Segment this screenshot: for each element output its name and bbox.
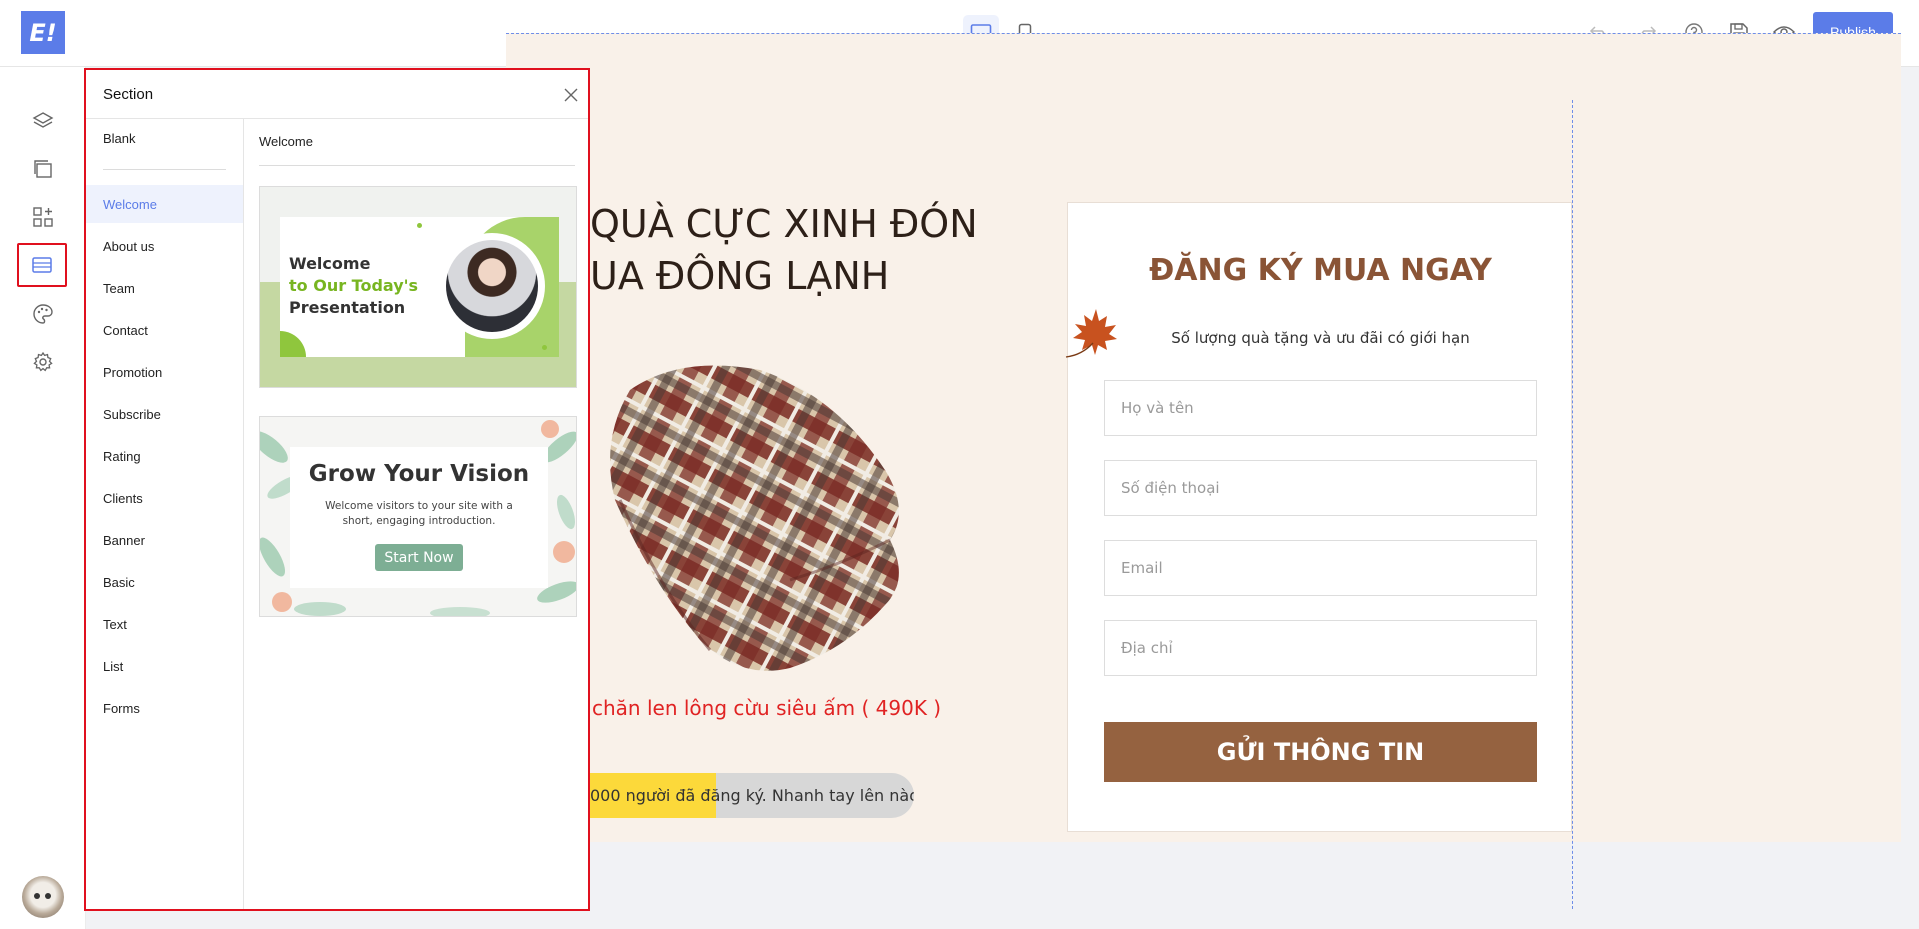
headline-line-1: QUÀ CỰC XINH ĐÓN xyxy=(590,202,978,246)
category-item-list[interactable]: List xyxy=(86,647,243,685)
template-start-button: Start Now xyxy=(375,544,463,571)
left-rail xyxy=(0,67,86,929)
layers-button[interactable] xyxy=(23,101,63,141)
category-item-clients[interactable]: Clients xyxy=(86,479,243,517)
category-item-text[interactable]: Text xyxy=(86,605,243,643)
signup-progress-bar[interactable]: 000 người đã đăng ký. Nhanh tay lên nào! xyxy=(590,773,914,818)
email-field[interactable] xyxy=(1104,540,1537,596)
form-subtitle: Số lượng quà tặng và ưu đãi có giới hạn xyxy=(1171,329,1470,347)
category-item-welcome[interactable]: Welcome xyxy=(86,185,243,223)
layers-icon xyxy=(32,112,54,128)
submit-button[interactable]: GỬI THÔNG TIN xyxy=(1104,722,1537,782)
name-field[interactable] xyxy=(1104,380,1537,436)
category-item-team[interactable]: Team xyxy=(86,269,243,307)
section-category-list: Blank Welcome About us Team Contact Promotion… xyxy=(86,119,244,909)
add-element-button[interactable] xyxy=(23,197,63,237)
category-item-forms[interactable]: Forms xyxy=(86,689,243,727)
settings-button[interactable] xyxy=(23,342,63,382)
template-line-2: to Our Today's xyxy=(289,276,419,295)
welcome-template-2[interactable]: Grow Your Vision Welcome visitors to you… xyxy=(259,416,577,617)
blanket-image[interactable] xyxy=(590,350,910,680)
palette-icon xyxy=(33,304,53,324)
progress-text-filled: 000 người đã đăng ký. xyxy=(590,786,767,805)
template-body: Welcome visitors to your site with a sho… xyxy=(290,499,548,529)
category-divider xyxy=(103,169,226,170)
section-button[interactable] xyxy=(17,243,67,287)
category-item-promotion[interactable]: Promotion xyxy=(86,353,243,391)
progress-text: 000 người đã đăng ký. Nhanh tay lên nào! xyxy=(590,786,914,805)
product-price-text[interactable]: chăn len lông cừu siêu ấm ( 490K ) xyxy=(592,696,941,720)
gear-icon xyxy=(33,351,53,372)
template-line-3: Presentation xyxy=(289,298,406,317)
layout-guide xyxy=(1572,100,1573,909)
template-body-line-2: short, engaging introduction. xyxy=(342,515,496,527)
template-body-line-1: Welcome visitors to your site with a xyxy=(325,500,513,512)
close-icon[interactable] xyxy=(564,88,578,102)
headline-line-2: UA ĐÔNG LẠNH xyxy=(590,254,890,298)
address-field[interactable] xyxy=(1104,620,1537,676)
template-dot xyxy=(417,223,422,228)
user-avatar[interactable] xyxy=(22,876,64,918)
template-text: Welcome to Our Today's Presentation xyxy=(289,253,418,319)
hero-headline[interactable]: QUÀ CỰC XINH ĐÓN UA ĐÔNG LẠNH xyxy=(590,198,978,302)
category-item-basic[interactable]: Basic xyxy=(86,563,243,601)
category-item-banner[interactable]: Banner xyxy=(86,521,243,559)
progress-text-rest: Nhanh tay lên nào! xyxy=(766,786,914,805)
form-title: ĐĂNG KÝ MUA NGAY xyxy=(1149,253,1492,288)
panel-header: Section xyxy=(86,70,588,119)
section-panel: Section Blank Welcome About us Team Contact P… xyxy=(84,68,590,911)
category-item-about-us[interactable]: About us xyxy=(86,227,243,265)
category-item-rating[interactable]: Rating xyxy=(86,437,243,475)
category-item-contact[interactable]: Contact xyxy=(86,311,243,349)
template-dot xyxy=(542,345,547,350)
category-item-subscribe[interactable]: Subscribe xyxy=(86,395,243,433)
app-logo[interactable]: E! xyxy=(21,11,65,54)
presenter-avatar xyxy=(446,240,538,332)
template-title: Grow Your Vision xyxy=(308,461,530,487)
add-element-icon xyxy=(33,207,53,227)
signup-form-card[interactable]: ĐĂNG KÝ MUA NGAY Số lượng quà tặng và ưu… xyxy=(1065,202,1572,832)
welcome-template-1[interactable]: Welcome to Our Today's Presentation xyxy=(259,186,577,388)
theme-button[interactable] xyxy=(23,294,63,334)
section-icon xyxy=(32,257,52,273)
preview-title: Welcome xyxy=(259,134,313,149)
template-line-1: Welcome xyxy=(289,254,371,273)
phone-field[interactable] xyxy=(1104,460,1537,516)
panel-title: Section xyxy=(103,86,154,103)
preview-divider xyxy=(259,165,575,166)
pages-button[interactable] xyxy=(23,149,63,189)
category-item-blank[interactable]: Blank xyxy=(86,119,243,157)
pages-icon xyxy=(34,160,52,178)
